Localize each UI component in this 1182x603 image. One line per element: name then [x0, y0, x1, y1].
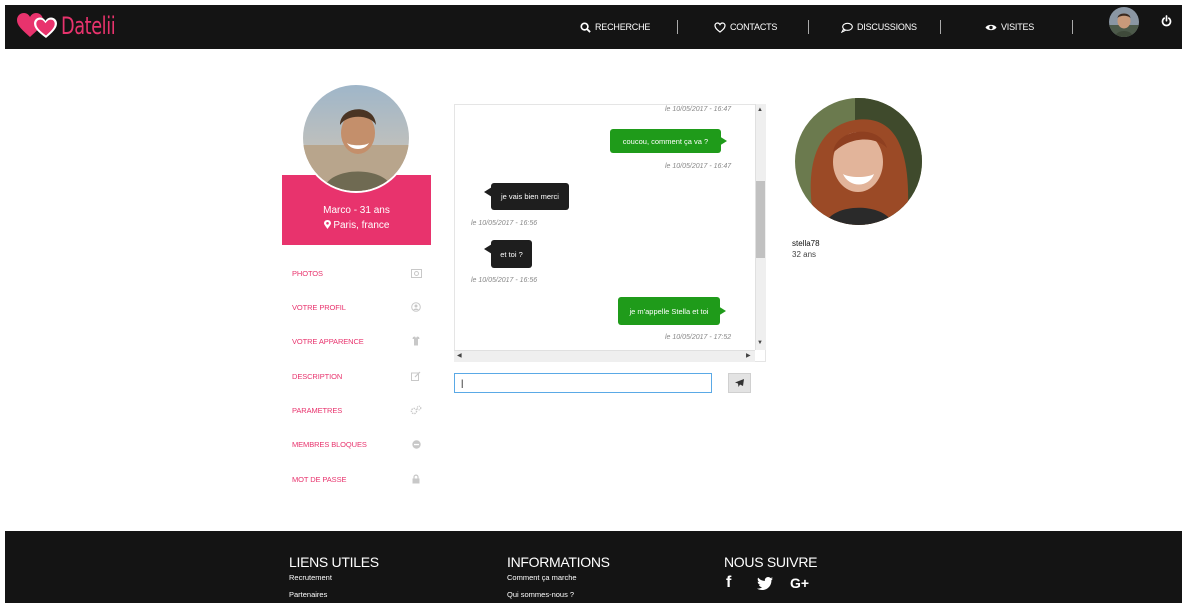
eye-icon	[985, 24, 997, 30]
menu-label: VOTRE APPARENCE	[292, 336, 364, 346]
scroll-right-arrow-icon[interactable]: ▶	[746, 352, 751, 359]
menu-label: DESCRIPTION	[292, 371, 343, 381]
message-sent: coucou, comment ça va ?	[610, 129, 721, 153]
nav-divider	[1072, 20, 1073, 34]
contact-photo[interactable]	[795, 98, 922, 225]
message-timestamp: le 10/05/2017 - 16:56	[471, 220, 538, 227]
twitter-bird-icon	[757, 576, 773, 590]
scroll-left-arrow-icon[interactable]: ◀	[457, 352, 462, 359]
nav-contacts-label: CONTACTS	[730, 22, 778, 32]
profile-photo-image	[303, 85, 409, 191]
footer-link-comment[interactable]: Comment ça marche	[507, 573, 577, 582]
twitter-icon[interactable]	[757, 574, 773, 592]
contact-age: 32 ans	[792, 250, 817, 259]
message-text: je vais bien merci	[501, 192, 559, 201]
map-pin-icon	[323, 220, 331, 229]
message-timestamp: le 10/05/2017 - 16:47	[665, 163, 732, 170]
menu-label: MEMBRES BLOQUES	[292, 439, 367, 449]
menu-votre-apparence[interactable]: VOTRE APPARENCE	[292, 333, 422, 349]
profile-name: Marco - 31 ans	[323, 205, 390, 216]
scroll-down-arrow-icon[interactable]: ▼	[757, 340, 763, 346]
nav-divider	[808, 20, 809, 34]
menu-label: PHOTOS	[292, 268, 323, 278]
contact-username[interactable]: stella78	[792, 239, 820, 248]
search-icon	[580, 21, 591, 33]
top-navbar: Datelii RECHERCHE CONTACTS DISCUSSIONS V…	[5, 5, 1182, 49]
user-avatar[interactable]	[1109, 7, 1139, 37]
hearts-logo-icon	[17, 13, 57, 38]
menu-parametres[interactable]: PARAMETRES	[292, 402, 422, 418]
menu-photos[interactable]: PHOTOS	[292, 265, 422, 281]
menu-label: PARAMETRES	[292, 405, 343, 415]
logo[interactable]: Datelii	[17, 11, 127, 41]
nav-divider	[940, 20, 941, 34]
menu-description[interactable]: DESCRIPTION	[292, 368, 422, 384]
scroll-up-arrow-icon[interactable]: ▲	[757, 107, 763, 113]
chat-conversation[interactable]: le 10/05/2017 - 16:47 coucou, comment ça…	[454, 104, 766, 362]
nav-discussions[interactable]: DISCUSSIONS	[841, 5, 917, 49]
shirt-icon	[410, 335, 422, 347]
bubble-tail	[719, 136, 727, 146]
user-circle-icon	[410, 301, 422, 313]
nav-visites-label: VISITES	[1001, 22, 1035, 32]
block-icon	[410, 438, 422, 450]
profile-location: Paris, france	[282, 220, 431, 231]
gears-icon	[410, 404, 422, 416]
chat-horizontal-scrollbar[interactable]	[454, 350, 755, 362]
message-text: je m'appelle Stella et toi	[629, 306, 709, 316]
send-icon	[735, 379, 744, 387]
logout-button[interactable]	[1161, 14, 1172, 32]
profile-city: Paris, france	[333, 220, 390, 231]
message-timestamp: le 10/05/2017 - 16:47	[665, 106, 732, 113]
edit-icon	[410, 370, 422, 382]
bubble-tail	[484, 187, 492, 197]
menu-membres-bloques[interactable]: MEMBRES BLOQUES	[292, 436, 422, 452]
message-sent: je m'appelle Stella et toi	[618, 297, 720, 325]
footer-link-qui[interactable]: Qui sommes-nous ?	[507, 590, 574, 599]
nav-visites[interactable]: VISITES	[985, 5, 1034, 49]
power-icon	[1161, 15, 1172, 27]
footer-link-partenaires[interactable]: Partenaires	[289, 590, 327, 599]
menu-label: MOT DE PASSE	[292, 474, 347, 484]
google-plus-icon[interactable]: G+	[790, 574, 809, 592]
chat-scrollbar-thumb[interactable]	[756, 181, 765, 258]
message-text: coucou, comment ça va ?	[622, 136, 709, 146]
lock-icon	[410, 473, 422, 485]
message-timestamp: le 10/05/2017 - 17:52	[665, 334, 732, 341]
avatar-image	[1109, 7, 1139, 37]
footer-link-recrutement[interactable]: Recrutement	[289, 573, 332, 582]
chat-bubble-icon	[841, 22, 853, 33]
image-icon	[410, 267, 422, 279]
nav-divider	[677, 20, 678, 34]
send-button[interactable]	[728, 373, 751, 393]
menu-mot-de-passe[interactable]: MOT DE PASSE	[292, 471, 422, 487]
bubble-tail	[718, 306, 726, 316]
message-timestamp: le 10/05/2017 - 16:56	[471, 277, 538, 284]
nav-recherche[interactable]: RECHERCHE	[580, 5, 650, 49]
facebook-glyph: f	[726, 574, 732, 591]
page: Datelii RECHERCHE CONTACTS DISCUSSIONS V…	[0, 0, 1182, 603]
footer-title-liens: LIENS UTILES	[289, 554, 379, 570]
message-text: et toi ?	[500, 249, 523, 259]
footer-title-informations: INFORMATIONS	[507, 554, 610, 570]
footer-title-suivre: NOUS SUIVRE	[724, 554, 818, 570]
nav-discussions-label: DISCUSSIONS	[857, 22, 917, 32]
google-plus-glyph: G+	[790, 575, 810, 591]
bubble-tail	[484, 244, 492, 254]
profile-photo[interactable]	[301, 83, 411, 193]
message-received: et toi ?	[491, 240, 532, 268]
nav-recherche-label: RECHERCHE	[595, 22, 651, 32]
menu-label: VOTRE PROFIL	[292, 302, 346, 312]
nav-contacts[interactable]: CONTACTS	[714, 5, 777, 49]
message-received: je vais bien merci	[491, 183, 569, 210]
message-input[interactable]	[454, 373, 712, 393]
menu-votre-profil[interactable]: VOTRE PROFIL	[292, 299, 422, 315]
heart-icon	[714, 21, 726, 33]
contact-photo-image	[795, 98, 922, 225]
logo-text: Datelii	[61, 12, 116, 40]
facebook-icon[interactable]: f	[726, 574, 731, 592]
